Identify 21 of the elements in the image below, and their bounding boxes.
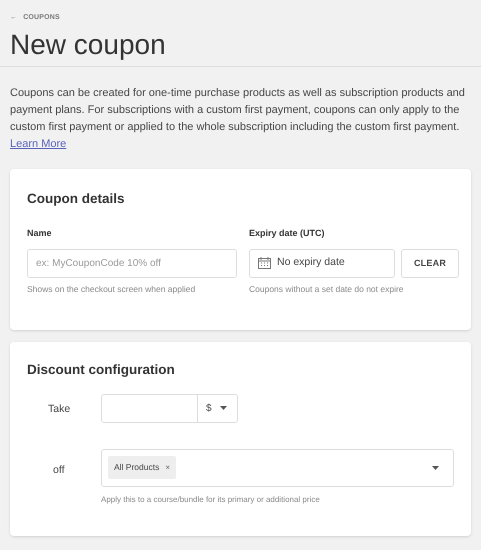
learn-more-link[interactable]: Learn More <box>10 138 66 150</box>
products-select[interactable]: All Products × <box>101 448 454 487</box>
field-hint: Apply this to a course/bundle for its primary or additional price <box>101 494 321 506</box>
product-tag: All Products × <box>108 456 176 480</box>
field-label: Name <box>27 227 53 240</box>
off-label: off <box>53 464 64 476</box>
take-label: Take <box>48 403 70 416</box>
clear-button[interactable]: CLEAR <box>401 248 459 278</box>
intro-paragraph: Coupons can be created for one-time purchase products as well as subscription products and payment plans. For subscriptions with a custom first payment, coupons can only apply to the custom first payment or applied to the whole subscription including the custom first payment. <box>10 86 466 135</box>
page-title: New coupon <box>10 28 167 62</box>
field-label: Expiry date (UTC) <box>249 227 326 240</box>
date-field[interactable]: No expiry date <box>249 248 395 278</box>
field-hint: Shows on the checkout screen when applied <box>27 282 196 296</box>
name-input[interactable]: ex: MyCouponCode 10% off <box>27 248 237 278</box>
section-heading: Discount configuration <box>27 360 176 379</box>
caret-icon <box>432 466 439 470</box>
remove-tag-button[interactable]: × <box>165 462 170 474</box>
date-value: No expiry date <box>277 255 345 270</box>
section-heading: Coupon details <box>27 190 126 208</box>
field-hint: Coupons without a set date do not expire <box>249 282 405 296</box>
calendar-icon <box>258 257 271 270</box>
